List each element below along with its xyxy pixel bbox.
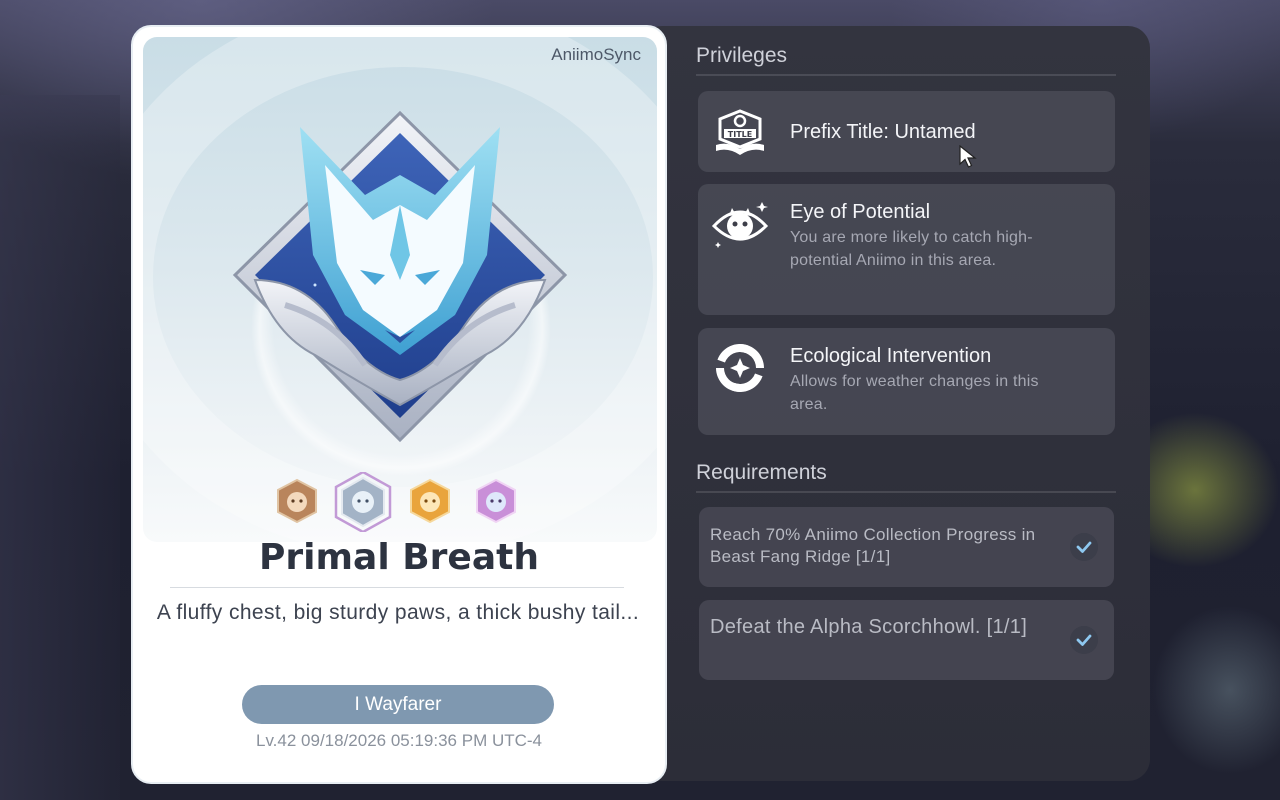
badge-title: Primal Breath [259, 537, 539, 578]
privilege-item-eye-of-potential[interactable]: Eye of Potential You are more likely to … [698, 184, 1115, 315]
eye-icon [711, 202, 769, 248]
brand-label: AniimoSync [551, 45, 641, 64]
wayfarer-button[interactable]: I Wayfarer [242, 685, 554, 724]
title-book-icon: TITLE [716, 109, 764, 155]
mouse-cursor-icon [959, 145, 977, 168]
title-divider [170, 587, 624, 588]
requirement-text: Defeat the Alpha Scorchhowl. [1/1] [710, 616, 1028, 638]
requirement-text: Reach 70% Aniimo Collection Progress in … [710, 525, 1036, 566]
privilege-title: Eye of Potential [790, 201, 931, 223]
privilege-item-ecological-intervention[interactable]: Ecological Intervention Allows for weath… [698, 328, 1115, 435]
badge-timestamp: Lv.42 09/18/2026 05:19:36 PM UTC-4 [255, 731, 543, 750]
medal-silver-selected-icon [334, 472, 392, 532]
privilege-item-prefix-title[interactable]: TITLE Prefix Title: Untamed [698, 91, 1115, 172]
medal-pink-icon [476, 478, 516, 524]
weather-swirl-icon [716, 344, 764, 392]
badge-description: A fluffy chest, big sturdy paws, a thick… [156, 601, 640, 624]
checkmark-icon [1070, 626, 1098, 654]
requirements-divider [696, 491, 1116, 493]
privilege-description: Allows for weather changes in this area. [790, 373, 1039, 413]
privileges-divider [696, 74, 1116, 76]
privileges-heading: Privileges [696, 44, 788, 67]
checkmark-icon [1070, 533, 1098, 561]
privilege-description: You are more likely to catch high-potent… [790, 229, 1033, 269]
requirement-item: Reach 70% Aniimo Collection Progress in … [699, 507, 1114, 587]
background-shade [0, 95, 120, 800]
medal-row [277, 472, 516, 532]
medal-orange-icon [410, 478, 450, 524]
privilege-title: Ecological Intervention [790, 345, 992, 367]
privilege-title: Prefix Title: Untamed [790, 121, 976, 143]
requirement-item: Defeat the Alpha Scorchhowl. [1/1] [699, 600, 1114, 680]
wolf-emblem-icon [232, 110, 568, 443]
medal-brown-icon [277, 478, 317, 524]
svg-text:TITLE: TITLE [728, 130, 752, 139]
requirements-heading: Requirements [696, 461, 827, 484]
